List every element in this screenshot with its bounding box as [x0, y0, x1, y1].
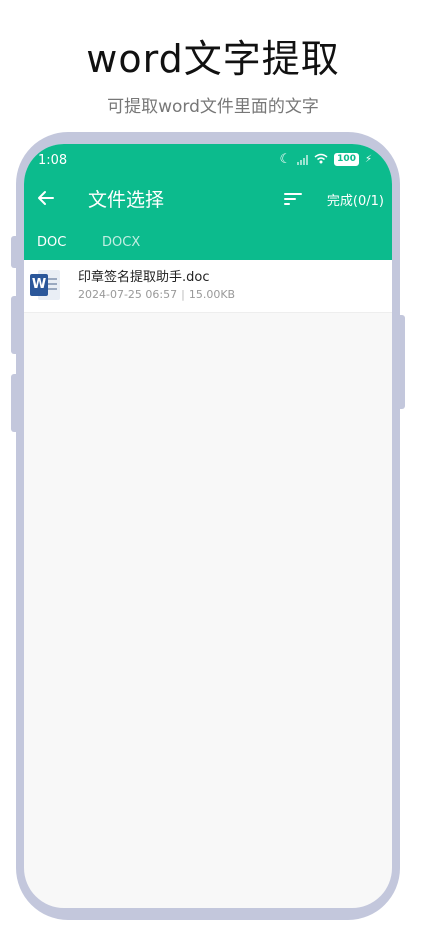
- meta-separator: |: [181, 288, 185, 301]
- file-name: 印章签名提取助手.doc: [78, 270, 210, 285]
- phone-volume-down-button: [11, 374, 19, 432]
- tab-doc[interactable]: DOC: [37, 235, 66, 250]
- page-title: 文件选择: [88, 189, 165, 211]
- phone-power-button: [397, 315, 405, 409]
- charging-icon: ⚡: [364, 154, 372, 165]
- battery-icon: 100: [334, 153, 359, 166]
- phone-volume-up-button: [11, 296, 19, 354]
- status-icons: ☾ 100 ⚡: [280, 152, 372, 167]
- file-list-item[interactable]: W 印章签名提取助手.doc 2024-07-25 06:57 | 15.00KB: [24, 260, 392, 313]
- promo-title: word文字提取: [86, 37, 340, 81]
- word-file-icon: W: [30, 270, 60, 300]
- sort-icon[interactable]: [284, 191, 302, 207]
- moon-icon: ☾: [279, 152, 292, 167]
- file-meta: 2024-07-25 06:57 | 15.00KB: [78, 288, 235, 301]
- signal-icon: [297, 154, 309, 165]
- file-size: 15.00KB: [188, 288, 236, 301]
- app-bar: 1:08 ☾ 100 ⚡ 文件选择 完成(0/1) DOC DOCX: [24, 144, 392, 260]
- wifi-icon: [314, 153, 328, 167]
- back-arrow-icon[interactable]: [36, 184, 60, 212]
- done-button[interactable]: 完成(0/1): [327, 190, 384, 209]
- file-date: 2024-07-25 06:57: [78, 288, 178, 301]
- tab-docx[interactable]: DOCX: [102, 235, 140, 250]
- phone-screen: 1:08 ☾ 100 ⚡ 文件选择 完成(0/1) DOC DOCX W 印章签…: [24, 144, 392, 908]
- promo-subtitle: 可提取word文件里面的文字: [107, 97, 319, 117]
- status-time: 1:08: [38, 153, 68, 168]
- phone-side-button: [11, 236, 19, 268]
